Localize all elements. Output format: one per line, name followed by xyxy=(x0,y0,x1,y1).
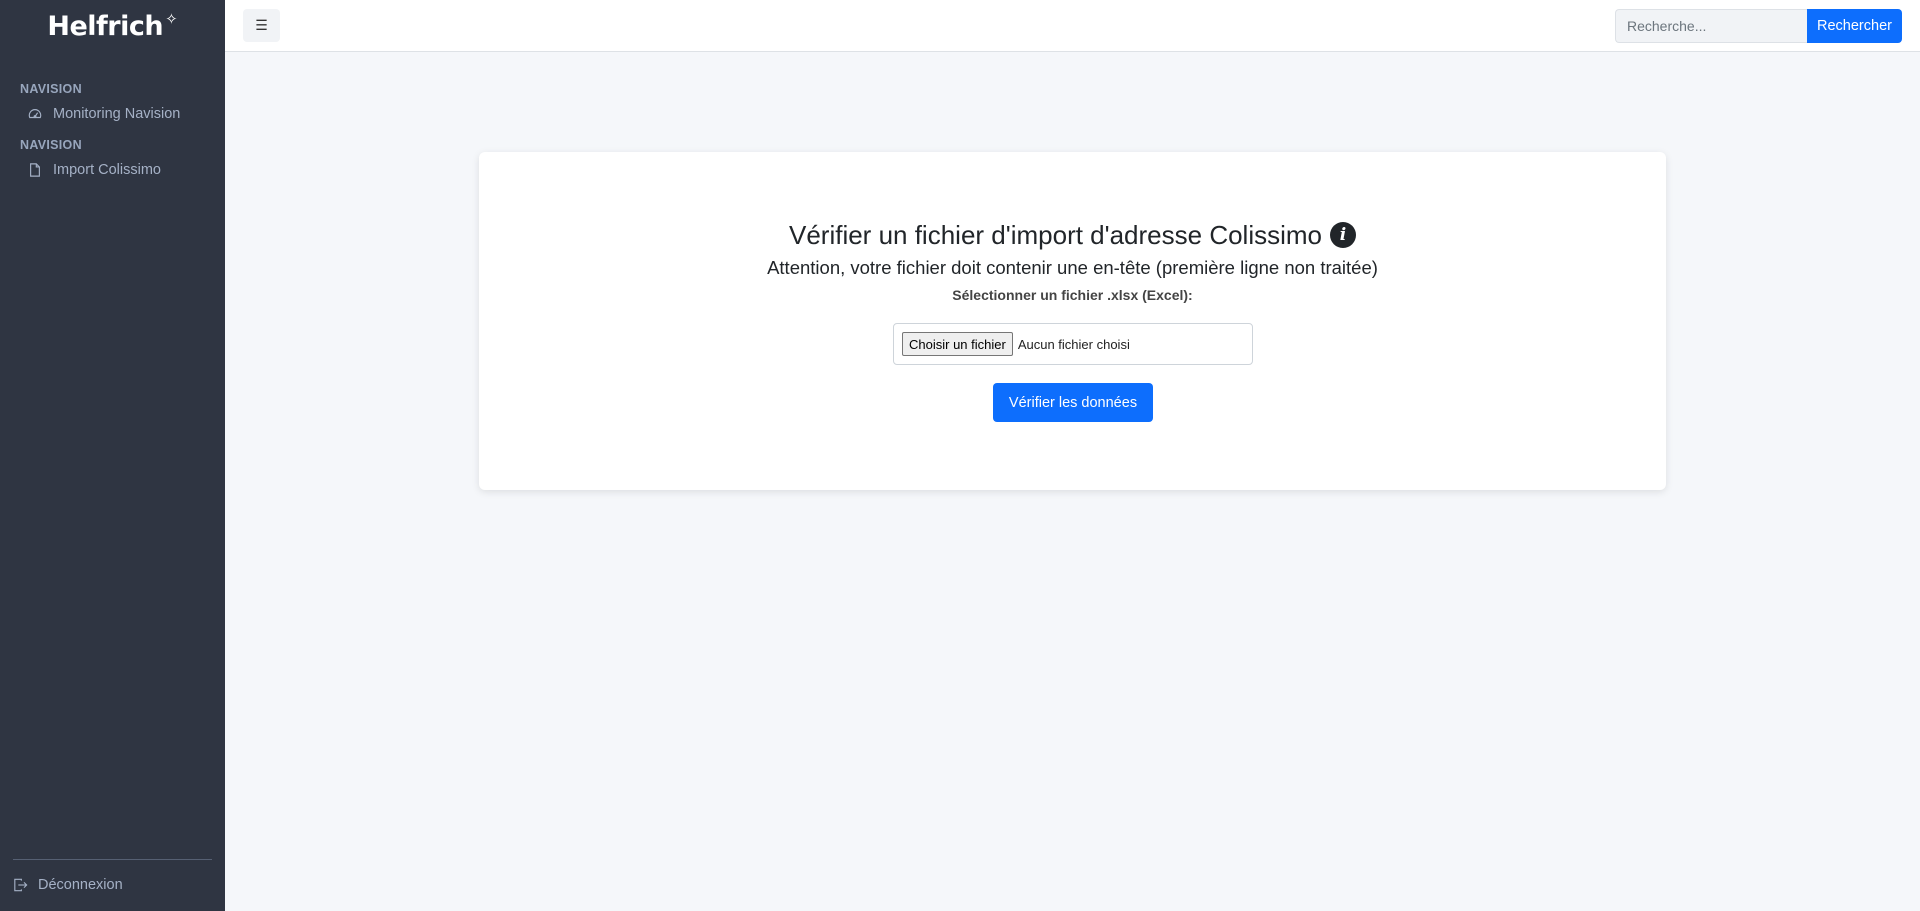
sidebar-item-monitoring-navision[interactable]: Monitoring Navision xyxy=(20,98,205,130)
topbar: ☰ Rechercher xyxy=(225,0,1920,52)
sidebar-item-label: Import Colissimo xyxy=(53,162,161,178)
import-card: Vérifier un fichier d'import d'adresse C… xyxy=(479,152,1666,490)
verify-data-button[interactable]: Vérifier les données xyxy=(993,383,1153,422)
sidebar-footer: Déconnexion xyxy=(13,859,212,911)
speedometer-icon xyxy=(28,107,42,121)
logout-icon xyxy=(13,878,28,892)
file-icon xyxy=(28,163,42,177)
header-warning: Attention, votre fichier doit contenir u… xyxy=(767,257,1378,278)
page-title-text: Vérifier un fichier d'import d'adresse C… xyxy=(788,219,1322,250)
sidebar: Helfrich ✧ NAVISION Monitoring Navision … xyxy=(0,0,225,911)
brand-name: Helfrich xyxy=(47,10,164,42)
search-group: Rechercher xyxy=(1615,9,1902,43)
search-button[interactable]: Rechercher xyxy=(1807,9,1902,43)
sidebar-item-label: Monitoring Navision xyxy=(53,106,181,122)
file-input-label: Sélectionner un fichier .xlsx (Excel): xyxy=(952,287,1193,303)
menu-toggle-button[interactable]: ☰ xyxy=(243,9,280,42)
hamburger-icon: ☰ xyxy=(255,17,268,33)
file-status: Aucun fichier choisi xyxy=(1017,336,1130,352)
choose-file-button[interactable]: Choisir un fichier xyxy=(902,332,1013,356)
logout-label: Déconnexion xyxy=(38,877,123,893)
page-title: Vérifier un fichier d'import d'adresse C… xyxy=(479,218,1666,252)
search-input[interactable] xyxy=(1615,9,1807,43)
brand-mark: ✧ xyxy=(165,11,178,28)
info-icon[interactable]: i xyxy=(1330,222,1356,248)
brand-logo[interactable]: Helfrich ✧ xyxy=(0,0,225,52)
sidebar-item-import-colissimo[interactable]: Import Colissimo xyxy=(20,154,205,186)
nav-section-navision: NAVISION Monitoring Navision NAVISION Im… xyxy=(0,52,225,186)
logout-link[interactable]: Déconnexion xyxy=(13,860,212,910)
nav-heading-navision-2: NAVISION xyxy=(20,138,82,152)
file-input[interactable]: Choisir un fichier Aucun fichier choisi xyxy=(893,323,1253,365)
nav-heading-navision: NAVISION xyxy=(20,82,82,96)
